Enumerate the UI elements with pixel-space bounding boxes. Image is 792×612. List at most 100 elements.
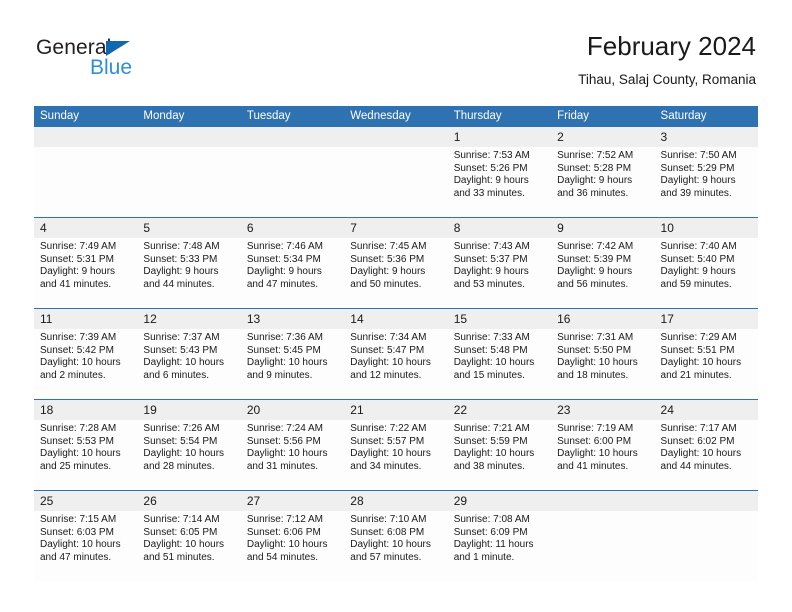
sunset-text: Sunset: 6:02 PM	[660, 435, 735, 447]
daylight-text-line1: Daylight: 10 hours	[350, 357, 431, 369]
daylight-text-line2: and 59 minutes.	[660, 278, 732, 290]
calendar-cell-inner: 15 Sunrise: 7:33 AM Sunset: 5:48 PM Dayligh…	[447, 309, 552, 399]
calendar-day-cell[interactable]: 29 Sunrise: 7:08 AM Sunset: 6:09 PM Dayligh…	[447, 490, 552, 581]
calendar-day-cell[interactable]: 24 Sunrise: 7:17 AM Sunset: 6:02 PM Dayligh…	[654, 399, 758, 491]
sunrise-text: Sunrise: 7:10 AM	[350, 514, 427, 525]
sunset-text: Sunset: 5:31 PM	[40, 253, 114, 265]
daylight-text-line2: and 34 minutes.	[350, 460, 422, 472]
calendar-day-cell[interactable]: 7 Sunrise: 7:45 AM Sunset: 5:36 PM Daylight…	[344, 217, 448, 309]
day-details: Sunrise: 7:12 AM Sunset: 6:06 PM Daylight:…	[241, 511, 344, 564]
calendar-day-cell[interactable]: 10 Sunrise: 7:40 AM Sunset: 5:40 PM Dayligh…	[654, 217, 758, 309]
day-details	[655, 511, 758, 514]
calendar-day-cell[interactable]: 15 Sunrise: 7:33 AM Sunset: 5:48 PM Dayligh…	[447, 308, 552, 400]
calendar-day-cell[interactable]: 5 Sunrise: 7:48 AM Sunset: 5:33 PM Daylight…	[137, 217, 241, 309]
daylight-text-line1: Daylight: 10 hours	[143, 357, 225, 369]
day-details	[344, 147, 447, 150]
calendar-day-cell[interactable]: 6 Sunrise: 7:46 AM Sunset: 5:34 PM Daylight…	[240, 217, 345, 309]
day-details: Sunrise: 7:42 AM Sunset: 5:39 PM Daylight:…	[551, 238, 654, 291]
day-details: Sunrise: 7:17 AM Sunset: 6:02 PM Daylight:…	[655, 420, 758, 473]
calendar-day-cell[interactable]: 8 Sunrise: 7:43 AM Sunset: 5:37 PM Daylight…	[447, 217, 552, 309]
daylight-text-line1: Daylight: 10 hours	[350, 448, 431, 460]
calendar-day-cell[interactable]: 28 Sunrise: 7:10 AM Sunset: 6:08 PM Dayligh…	[344, 490, 448, 581]
day-number: 7	[344, 218, 448, 238]
calendar-cell-inner: 27 Sunrise: 7:12 AM Sunset: 6:06 PM Dayligh…	[240, 491, 345, 581]
calendar-day-cell[interactable]: 9 Sunrise: 7:42 AM Sunset: 5:39 PM Daylight…	[551, 217, 655, 309]
day-number	[344, 127, 448, 147]
sunrise-text: Sunrise: 7:28 AM	[40, 423, 117, 434]
calendar-cell-inner: 25 Sunrise: 7:15 AM Sunset: 6:03 PM Dayligh…	[34, 491, 138, 581]
daylight-text-line2: and 38 minutes.	[453, 460, 525, 472]
calendar-day-cell[interactable]: 2 Sunrise: 7:52 AM Sunset: 5:28 PM Daylight…	[551, 127, 655, 218]
day-details: Sunrise: 7:24 AM Sunset: 5:56 PM Daylight:…	[241, 420, 344, 473]
calendar-day-cell[interactable]: 4 Sunrise: 7:49 AM Sunset: 5:31 PM Daylight…	[34, 217, 138, 309]
daylight-text-line1: Daylight: 10 hours	[143, 448, 225, 460]
calendar-day-cell[interactable]: 27 Sunrise: 7:12 AM Sunset: 6:06 PM Dayligh…	[240, 490, 345, 581]
calendar-cell-inner: 9 Sunrise: 7:42 AM Sunset: 5:39 PM Daylight…	[551, 218, 655, 308]
day-number: 22	[447, 400, 552, 420]
sunset-text: Sunset: 5:57 PM	[350, 435, 425, 447]
calendar-cell-empty	[34, 127, 138, 218]
day-number: 5	[137, 218, 241, 238]
day-details: Sunrise: 7:36 AM Sunset: 5:45 PM Daylight:…	[241, 329, 344, 382]
calendar-day-cell[interactable]: 21 Sunrise: 7:22 AM Sunset: 5:57 PM Dayligh…	[344, 399, 448, 491]
calendar-cell-inner: 19 Sunrise: 7:26 AM Sunset: 5:54 PM Dayligh…	[137, 400, 241, 490]
calendar-cell-inner: 17 Sunrise: 7:29 AM Sunset: 5:51 PM Dayligh…	[654, 309, 758, 399]
calendar-day-cell[interactable]: 14 Sunrise: 7:34 AM Sunset: 5:47 PM Dayligh…	[344, 308, 448, 400]
calendar-cell-inner: 29 Sunrise: 7:08 AM Sunset: 6:09 PM Dayligh…	[447, 491, 552, 581]
sunset-text: Sunset: 6:09 PM	[453, 526, 528, 538]
calendar-cell-inner: 13 Sunrise: 7:36 AM Sunset: 5:45 PM Dayligh…	[240, 309, 345, 399]
day-number: 27	[240, 491, 345, 511]
calendar-day-cell[interactable]: 11 Sunrise: 7:39 AM Sunset: 5:42 PM Dayligh…	[34, 308, 138, 400]
day-details: Sunrise: 7:21 AM Sunset: 5:59 PM Daylight:…	[448, 420, 551, 473]
calendar-day-cell[interactable]: 26 Sunrise: 7:14 AM Sunset: 6:05 PM Dayligh…	[137, 490, 241, 581]
day-number: 4	[34, 218, 138, 238]
weekday-header-monday: Monday	[137, 106, 241, 127]
sunrise-text: Sunrise: 7:31 AM	[557, 332, 634, 343]
calendar-day-cell[interactable]: 19 Sunrise: 7:26 AM Sunset: 5:54 PM Dayligh…	[137, 399, 241, 491]
calendar-day-cell[interactable]: 23 Sunrise: 7:19 AM Sunset: 6:00 PM Dayligh…	[551, 399, 655, 491]
day-details	[34, 147, 137, 150]
daylight-text-line2: and 53 minutes.	[453, 278, 525, 290]
sunrise-text: Sunrise: 7:15 AM	[40, 514, 117, 525]
day-number: 11	[34, 309, 138, 329]
daylight-text-line2: and 9 minutes.	[246, 369, 313, 381]
daylight-text-line2: and 18 minutes.	[557, 369, 629, 381]
calendar-day-cell[interactable]: 12 Sunrise: 7:37 AM Sunset: 5:43 PM Dayligh…	[137, 308, 241, 400]
day-details: Sunrise: 7:15 AM Sunset: 6:03 PM Daylight:…	[34, 511, 137, 564]
calendar-day-cell[interactable]: 3 Sunrise: 7:50 AM Sunset: 5:29 PM Daylight…	[654, 127, 758, 218]
calendar-page: General Blue February 2024 Tihau, Salaj …	[0, 0, 792, 612]
day-number: 9	[551, 218, 655, 238]
calendar-day-cell[interactable]: 22 Sunrise: 7:21 AM Sunset: 5:59 PM Dayligh…	[447, 399, 552, 491]
daylight-text-line1: Daylight: 9 hours	[453, 266, 529, 278]
calendar-day-cell[interactable]: 16 Sunrise: 7:31 AM Sunset: 5:50 PM Dayligh…	[551, 308, 655, 400]
day-number: 14	[344, 309, 448, 329]
calendar-day-cell[interactable]: 25 Sunrise: 7:15 AM Sunset: 6:03 PM Dayligh…	[34, 490, 138, 581]
daylight-text-line1: Daylight: 10 hours	[40, 357, 121, 369]
weekday-header-thursday: Thursday	[447, 106, 552, 127]
daylight-text-line1: Daylight: 10 hours	[660, 448, 742, 460]
calendar-day-cell[interactable]: 1 Sunrise: 7:53 AM Sunset: 5:26 PM Daylight…	[447, 127, 552, 218]
calendar-day-cell[interactable]: 13 Sunrise: 7:36 AM Sunset: 5:45 PM Dayligh…	[240, 308, 345, 400]
calendar-cell-empty	[551, 490, 655, 581]
general-blue-logo[interactable]: General Blue	[36, 36, 236, 84]
daylight-text-line2: and 56 minutes.	[557, 278, 629, 290]
sunrise-text: Sunrise: 7:21 AM	[453, 423, 530, 434]
sunrise-text: Sunrise: 7:19 AM	[557, 423, 634, 434]
sunset-text: Sunset: 6:05 PM	[143, 526, 218, 538]
daylight-text-line2: and 47 minutes.	[40, 551, 112, 563]
day-number: 26	[137, 491, 241, 511]
day-details	[241, 147, 344, 150]
sunrise-text: Sunrise: 7:33 AM	[453, 332, 530, 343]
calendar-day-cell[interactable]: 18 Sunrise: 7:28 AM Sunset: 5:53 PM Dayligh…	[34, 399, 138, 491]
calendar-cell-inner: 6 Sunrise: 7:46 AM Sunset: 5:34 PM Daylight…	[240, 218, 345, 308]
calendar-day-cell[interactable]: 17 Sunrise: 7:29 AM Sunset: 5:51 PM Dayligh…	[654, 308, 758, 400]
calendar-day-cell[interactable]: 20 Sunrise: 7:24 AM Sunset: 5:56 PM Dayligh…	[240, 399, 345, 491]
day-number	[240, 127, 345, 147]
day-details: Sunrise: 7:34 AM Sunset: 5:47 PM Daylight:…	[344, 329, 447, 382]
daylight-text-line2: and 41 minutes.	[557, 460, 629, 472]
calendar-cell-inner: 5 Sunrise: 7:48 AM Sunset: 5:33 PM Daylight…	[137, 218, 241, 308]
sunset-text: Sunset: 5:50 PM	[557, 344, 632, 356]
sunrise-text: Sunrise: 7:45 AM	[350, 241, 427, 252]
sunrise-text: Sunrise: 7:49 AM	[40, 241, 117, 252]
sunset-text: Sunset: 5:53 PM	[40, 435, 114, 447]
